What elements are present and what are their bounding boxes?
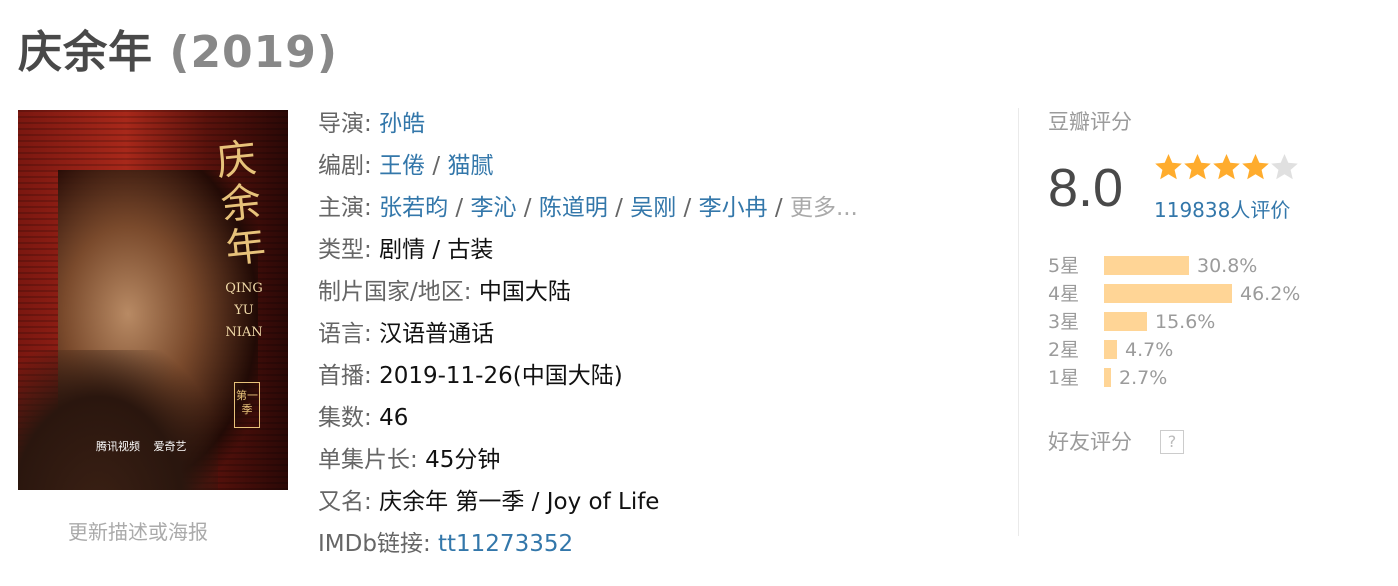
language-row: 语言: 汉语普通话 [318, 321, 495, 347]
episodes-row: 集数: 46 [318, 405, 409, 431]
rating-bar [1104, 284, 1232, 303]
cast-link[interactable]: 张若昀 [379, 195, 448, 221]
rating-bar-label: 4星 [1048, 283, 1080, 305]
tencent-video-logo: 腾讯视频 [96, 440, 140, 453]
language-value: 汉语普通话 [379, 321, 495, 347]
imdb-link[interactable]: tt11273352 [438, 531, 573, 557]
cast-link[interactable]: 吴刚 [630, 195, 676, 221]
writer-link[interactable]: 王倦 [379, 153, 425, 179]
page-title: 庆余年 (2019) [18, 16, 338, 80]
section-divider [1018, 108, 1019, 536]
cast-link[interactable]: 陈道明 [539, 195, 608, 221]
friend-rating-label: 好友评分 [1048, 430, 1132, 454]
cast-row: 主演: 张若昀 / 李沁 / 陈道明 / 吴刚 / 李小冉 / 更多... [318, 195, 858, 221]
poster-char: 余 [218, 179, 264, 229]
director-link[interactable]: 孙皓 [379, 111, 425, 137]
director-label: 导演 [318, 111, 364, 137]
genre-value: 剧情 / 古装 [379, 237, 494, 263]
aka-label: 又名 [318, 489, 364, 515]
cast-more-link[interactable]: 更多... [790, 195, 858, 221]
imdb-row: IMDb链接: tt11273352 [318, 531, 574, 557]
runtime-label: 单集片长 [318, 447, 410, 473]
poster-char: 年 [223, 222, 268, 273]
star-empty-icon [1270, 152, 1299, 182]
rating-bar [1104, 340, 1117, 359]
premiere-value: 2019-11-26(中国大陆) [379, 363, 623, 389]
rating-score: 8.0 [1048, 158, 1124, 218]
iqiyi-logo: 爱奇艺 [153, 440, 187, 453]
poster-pinyin: QING YU NIAN [214, 278, 274, 344]
rating-bar [1104, 256, 1189, 275]
rating-bar-percent: 30.8% [1197, 255, 1258, 277]
rating-bar-percent: 4.7% [1125, 339, 1174, 361]
star-filled-icon [1183, 152, 1212, 182]
title-year: (2019) [169, 27, 339, 78]
rating-bar-label: 3星 [1048, 311, 1080, 333]
episodes-value: 46 [379, 405, 409, 431]
writer-link[interactable]: 猫腻 [447, 153, 493, 179]
star-filled-icon [1241, 152, 1270, 182]
star-filled-icon [1154, 152, 1183, 182]
douban-rating-title: 豆瓣评分 [1048, 110, 1132, 134]
poster-pinyin-line: QING [225, 281, 263, 296]
runtime-value: 45分钟 [425, 447, 501, 473]
rating-bar-label: 1星 [1048, 367, 1080, 389]
rating-bar-label: 2星 [1048, 339, 1080, 361]
star-filled-icon [1212, 152, 1241, 182]
poster-pinyin-line: NIAN [225, 325, 263, 340]
imdb-label: IMDb链接 [318, 531, 423, 557]
episodes-label: 集数 [318, 405, 364, 431]
country-label: 制片国家/地区 [318, 279, 464, 305]
country-row: 制片国家/地区: 中国大陆 [318, 279, 571, 305]
rating-count-link[interactable]: 119838人评价 [1154, 194, 1290, 223]
writer-label: 编剧 [318, 153, 364, 179]
rating-bar-row: 3星 15.6% [1048, 308, 1348, 336]
rating-stars [1154, 152, 1299, 186]
rating-bar-percent: 15.6% [1155, 311, 1216, 333]
cast-link[interactable]: 李小冉 [699, 195, 768, 221]
poster-pinyin-line: YU [234, 303, 254, 318]
poster-robe [18, 350, 218, 490]
rating-bar-percent: 2.7% [1119, 367, 1168, 389]
rating-bar-row: 2星 4.7% [1048, 336, 1348, 364]
title-name: 庆余年 [18, 27, 153, 78]
update-description-link[interactable]: 更新描述或海报 [68, 516, 208, 545]
aka-value: 庆余年 第一季 / Joy of Life [379, 489, 660, 515]
director-row: 导演: 孙皓 [318, 111, 426, 137]
rating-bar [1104, 312, 1147, 331]
cast-link[interactable]: 李沁 [470, 195, 516, 221]
runtime-row: 单集片长: 45分钟 [318, 447, 501, 473]
poster-image[interactable]: 庆 余 年 QING YU NIAN 第一季 腾讯视频 爱奇艺 [18, 110, 288, 490]
poster-char: 庆 [214, 135, 259, 186]
writer-row: 编剧: 王倦 / 猫腻 [318, 153, 494, 179]
language-label: 语言 [318, 321, 364, 347]
cast-label: 主演 [318, 195, 364, 221]
poster-season-tag: 第一季 [234, 382, 260, 428]
premiere-label: 首播 [318, 363, 364, 389]
genre-label: 类型 [318, 237, 364, 263]
country-value: 中国大陆 [478, 279, 571, 305]
aka-row: 又名: 庆余年 第一季 / Joy of Life [318, 489, 660, 515]
rating-bar-row: 4星 46.2% [1048, 280, 1348, 308]
genre-row: 类型: 剧情 / 古装 [318, 237, 494, 263]
help-icon[interactable]: ? [1160, 430, 1184, 454]
rating-bar-label: 5星 [1048, 255, 1080, 277]
poster-logos: 腾讯视频 爱奇艺 [96, 438, 197, 454]
rating-bar-row: 5星 30.8% [1048, 252, 1348, 280]
rating-bar [1104, 368, 1111, 387]
rating-bar-row: 1星 2.7% [1048, 364, 1348, 392]
rating-bar-percent: 46.2% [1240, 283, 1301, 305]
premiere-row: 首播: 2019-11-26(中国大陆) [318, 363, 623, 389]
